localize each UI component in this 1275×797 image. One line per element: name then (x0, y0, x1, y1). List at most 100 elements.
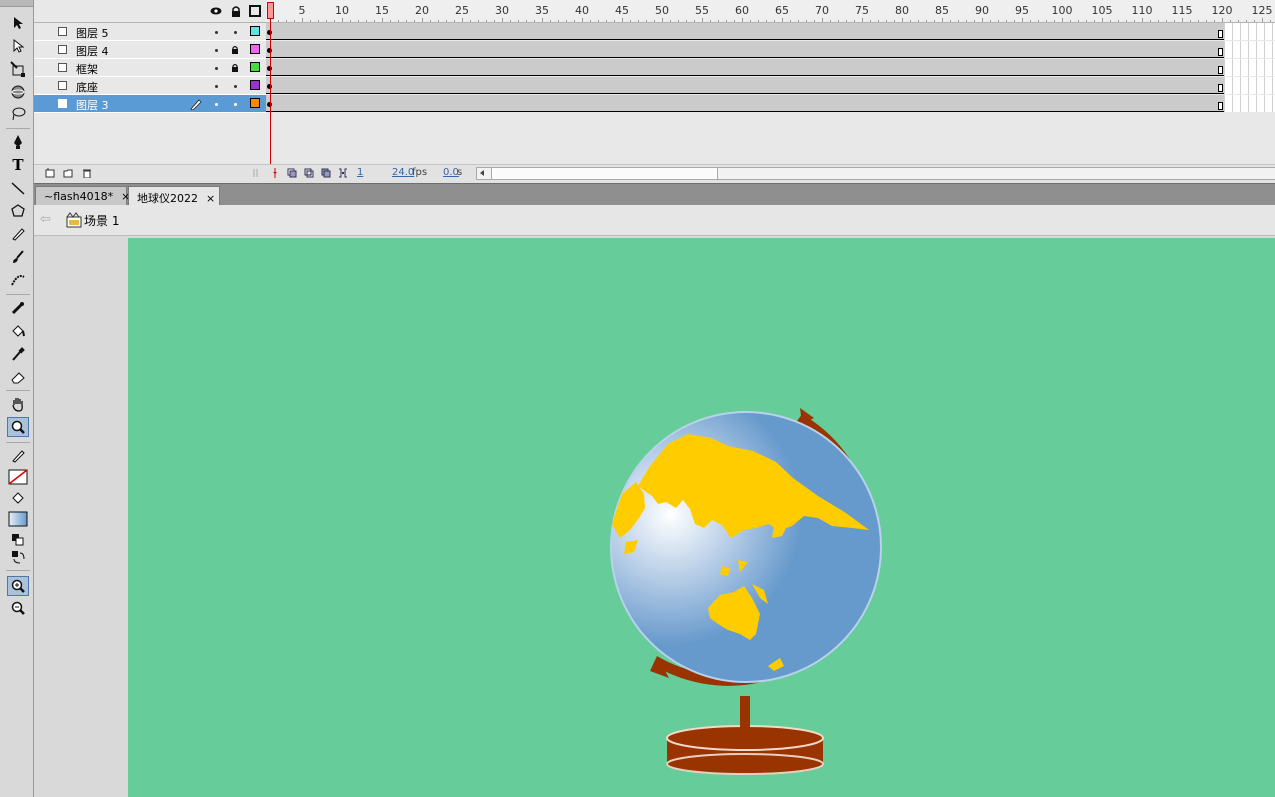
visibility-toggle[interactable] (215, 85, 218, 88)
layer-name[interactable]: 图层 4 (76, 43, 109, 59)
eraser-tool-icon[interactable] (7, 367, 29, 387)
frame-span[interactable] (266, 23, 1224, 40)
span-end-frame[interactable] (1218, 66, 1223, 74)
onion-skin-icon[interactable] (287, 168, 297, 178)
bone-tool-icon[interactable] (7, 298, 29, 318)
tab-flash4018[interactable]: ~flash4018* × (35, 186, 130, 206)
visibility-toggle[interactable] (215, 67, 218, 70)
lasso-tool-icon[interactable] (7, 104, 29, 124)
visibility-toggle[interactable] (215, 31, 218, 34)
modify-onion-markers-icon[interactable] (338, 168, 348, 178)
onion-skin-outlines-icon[interactable] (304, 168, 314, 178)
frame-ruler[interactable]: 1510152025303540455055606570758085909510… (266, 0, 1275, 23)
delete-layer-icon[interactable] (82, 168, 92, 178)
layer-row[interactable]: 图层 5 (34, 23, 266, 41)
back-arrow-icon[interactable]: ⇦ (40, 212, 51, 227)
tools-separator (6, 442, 30, 443)
layer-row[interactable]: 底座 (34, 77, 266, 95)
span-end-frame[interactable] (1218, 48, 1223, 56)
lock-all-icon[interactable] (230, 5, 242, 17)
span-end-frame[interactable] (1218, 102, 1223, 110)
span-end-frame[interactable] (1218, 84, 1223, 92)
fps-value[interactable]: 24.0 (392, 167, 414, 178)
close-icon[interactable]: × (206, 192, 215, 205)
stroke-color-swatch[interactable] (7, 467, 29, 487)
pencil-tool-icon[interactable] (7, 224, 29, 244)
deco-tool-icon[interactable] (7, 270, 29, 290)
edit-multiple-frames-icon[interactable] (321, 168, 331, 178)
globe-artwork[interactable] (128, 238, 1275, 797)
snap-magnet-icon[interactable] (7, 576, 29, 596)
center-frame-icon[interactable] (270, 168, 280, 178)
free-transform-tool-icon[interactable] (7, 59, 29, 79)
fill-color-swatch[interactable] (7, 509, 29, 529)
hand-tool-icon[interactable] (7, 394, 29, 414)
frame-row[interactable] (266, 23, 1275, 41)
fill-color-icon[interactable] (7, 488, 29, 508)
empty-frames[interactable] (1224, 23, 1275, 40)
visibility-toggle[interactable] (215, 49, 218, 52)
layer-name[interactable]: 图层 3 (76, 97, 109, 113)
new-layer-icon[interactable] (45, 168, 55, 178)
current-frame-value[interactable]: 1 (357, 167, 363, 178)
span-end-frame[interactable] (1218, 30, 1223, 38)
layer-outline-color[interactable] (250, 26, 260, 36)
frame-grid[interactable] (266, 23, 1275, 113)
tab-globe-2022[interactable]: 地球仪2022 × (128, 186, 220, 206)
layer-outline-color[interactable] (250, 80, 260, 90)
empty-frames[interactable] (1224, 41, 1275, 58)
scrollbar-thumb[interactable] (491, 168, 718, 179)
scroll-left-icon[interactable] (480, 170, 484, 176)
layer-name[interactable]: 框架 (76, 61, 98, 77)
outline-all-icon[interactable] (249, 5, 261, 17)
brush-tool-icon[interactable] (7, 247, 29, 267)
layer-outline-color[interactable] (250, 98, 260, 108)
polystar-tool-icon[interactable] (7, 201, 29, 221)
panel-resize-grip-icon[interactable] (251, 168, 261, 178)
eyedropper-tool-icon[interactable] (7, 344, 29, 364)
empty-frames[interactable] (1224, 95, 1275, 112)
stroke-color-icon[interactable] (7, 446, 29, 466)
ruler-tick (390, 20, 391, 22)
layer-name[interactable]: 底座 (76, 79, 98, 95)
visibility-toggle[interactable] (215, 103, 218, 106)
lock-toggle[interactable] (234, 85, 237, 88)
text-tool-icon[interactable]: T (7, 155, 29, 175)
panel-grip[interactable] (0, 0, 33, 7)
lock-toggle[interactable] (234, 103, 237, 106)
zoom-tool-icon[interactable] (7, 417, 29, 437)
3d-rotation-tool-icon[interactable] (7, 82, 29, 102)
frame-row[interactable] (266, 77, 1275, 95)
line-tool-icon[interactable] (7, 178, 29, 198)
layer-outline-color[interactable] (250, 62, 260, 72)
timeline-horizontal-scrollbar[interactable] (476, 167, 1275, 180)
layer-outline-color[interactable] (250, 44, 260, 54)
scene-label[interactable]: 场景 1 (84, 212, 119, 229)
layer-row[interactable]: 图层 4 (34, 41, 266, 59)
subselection-tool-icon[interactable] (7, 36, 29, 56)
layer-name[interactable]: 图层 5 (76, 25, 109, 41)
frame-span[interactable] (266, 41, 1224, 58)
pen-tool-icon[interactable] (7, 132, 29, 152)
stage[interactable] (128, 238, 1275, 797)
paint-bucket-tool-icon[interactable] (7, 321, 29, 341)
frame-span[interactable] (266, 59, 1224, 76)
frame-row[interactable] (266, 41, 1275, 59)
zoom-out-icon[interactable] (7, 598, 29, 618)
lock-toggle[interactable] (234, 31, 237, 34)
frame-row[interactable] (266, 59, 1275, 77)
selection-tool-icon[interactable] (7, 13, 29, 33)
layer-row[interactable]: 框架 (34, 59, 266, 77)
layer-row-selected[interactable]: 图层 3 (34, 95, 266, 113)
lock-icon[interactable] (231, 63, 239, 72)
swap-colors-icon[interactable] (7, 547, 29, 567)
new-folder-icon[interactable] (63, 168, 73, 178)
lock-icon[interactable] (231, 45, 239, 54)
frame-span[interactable] (266, 95, 1224, 112)
empty-frames[interactable] (1224, 77, 1275, 94)
show-hide-all-icon[interactable] (210, 5, 222, 17)
frame-row[interactable] (266, 95, 1275, 113)
playhead[interactable] (267, 2, 274, 19)
empty-frames[interactable] (1224, 59, 1275, 76)
frame-span[interactable] (266, 77, 1224, 94)
